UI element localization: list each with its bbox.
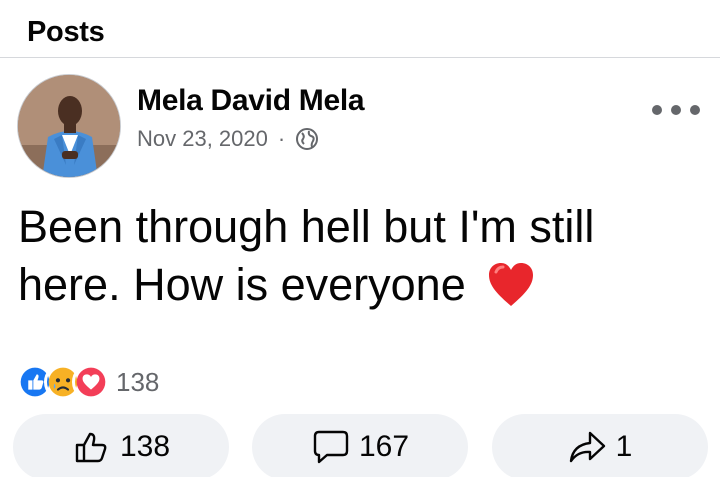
post-date[interactable]: Nov 23, 2020 xyxy=(137,126,268,152)
share-count: 1 xyxy=(615,430,633,463)
more-horizontal-icon xyxy=(652,105,662,115)
post-header: Mela David Mela Nov 23, 2020 · xyxy=(0,60,720,190)
author-avatar[interactable] xyxy=(17,74,121,178)
author-name[interactable]: Mela David Mela xyxy=(137,84,365,118)
love-reaction-icon xyxy=(72,363,110,401)
avatar-portrait-icon xyxy=(18,75,120,177)
more-horizontal-icon xyxy=(671,105,681,115)
share-icon xyxy=(569,431,605,463)
comment-icon xyxy=(313,430,349,464)
more-options-button[interactable] xyxy=(652,98,700,122)
globe-icon[interactable] xyxy=(295,127,319,151)
post-body: Been through hell but I'm still here. Ho… xyxy=(18,198,708,314)
comment-button[interactable]: 167 xyxy=(252,414,468,477)
reaction-summary[interactable]: 138 xyxy=(16,362,159,402)
like-count: 138 xyxy=(119,430,171,463)
section-title: Posts xyxy=(27,16,105,48)
comment-count: 167 xyxy=(358,430,410,463)
more-horizontal-icon xyxy=(690,105,700,115)
red-heart-icon xyxy=(489,263,534,306)
share-button[interactable]: 1 xyxy=(492,414,708,477)
like-button[interactable]: 138 xyxy=(13,414,229,477)
thumbs-up-icon xyxy=(75,432,107,463)
posts-section-header: Posts xyxy=(0,0,720,58)
post-action-bar: 138 167 1 xyxy=(0,414,720,477)
meta-separator: · xyxy=(277,126,286,151)
reaction-count: 138 xyxy=(116,366,160,397)
post-meta: Nov 23, 2020 · xyxy=(137,124,319,154)
